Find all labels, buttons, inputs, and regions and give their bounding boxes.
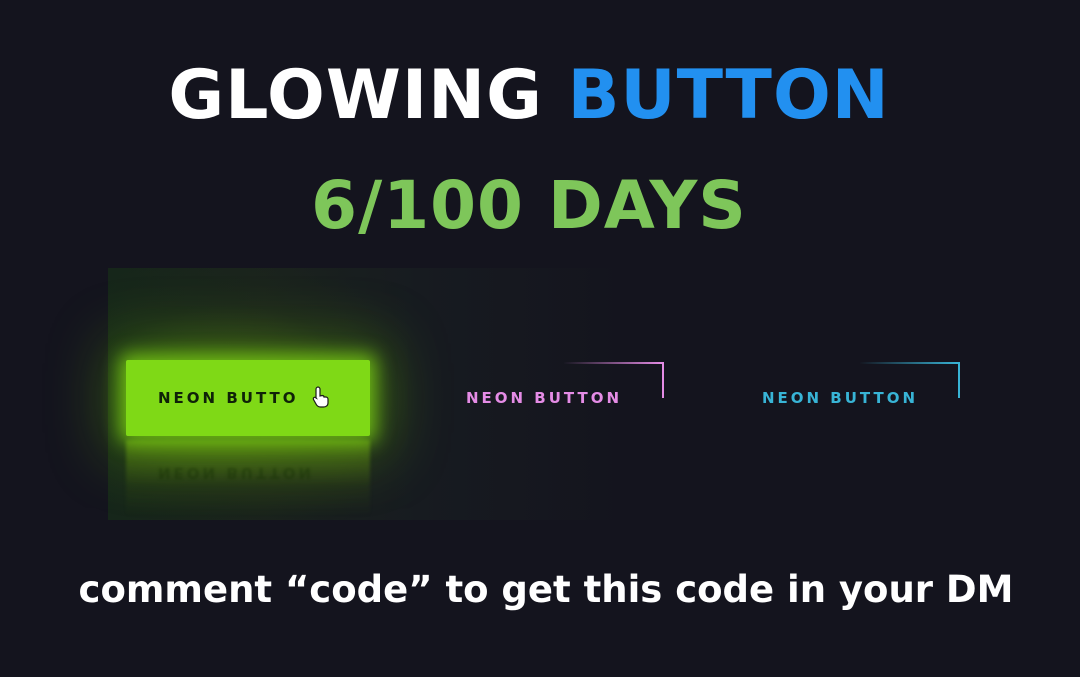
neon-button-pink[interactable]: NEON BUTTON	[422, 360, 666, 436]
title-white-part: GLOWING	[168, 56, 568, 135]
hand-pointer-icon	[312, 386, 329, 408]
day-counter: 6/100 DAYS	[311, 167, 747, 244]
neon-button-cyan[interactable]: NEON BUTTON	[718, 360, 962, 436]
title-blue-part: BUTTON	[567, 56, 890, 135]
page-title: GLOWING BUTTON	[0, 56, 1058, 136]
neon-button-green[interactable]: NEON BUTTO	[126, 360, 370, 436]
caption-text: comment “code” to get this code in your …	[78, 568, 1014, 611]
reflection-label: NEON BUTTON	[158, 464, 315, 482]
